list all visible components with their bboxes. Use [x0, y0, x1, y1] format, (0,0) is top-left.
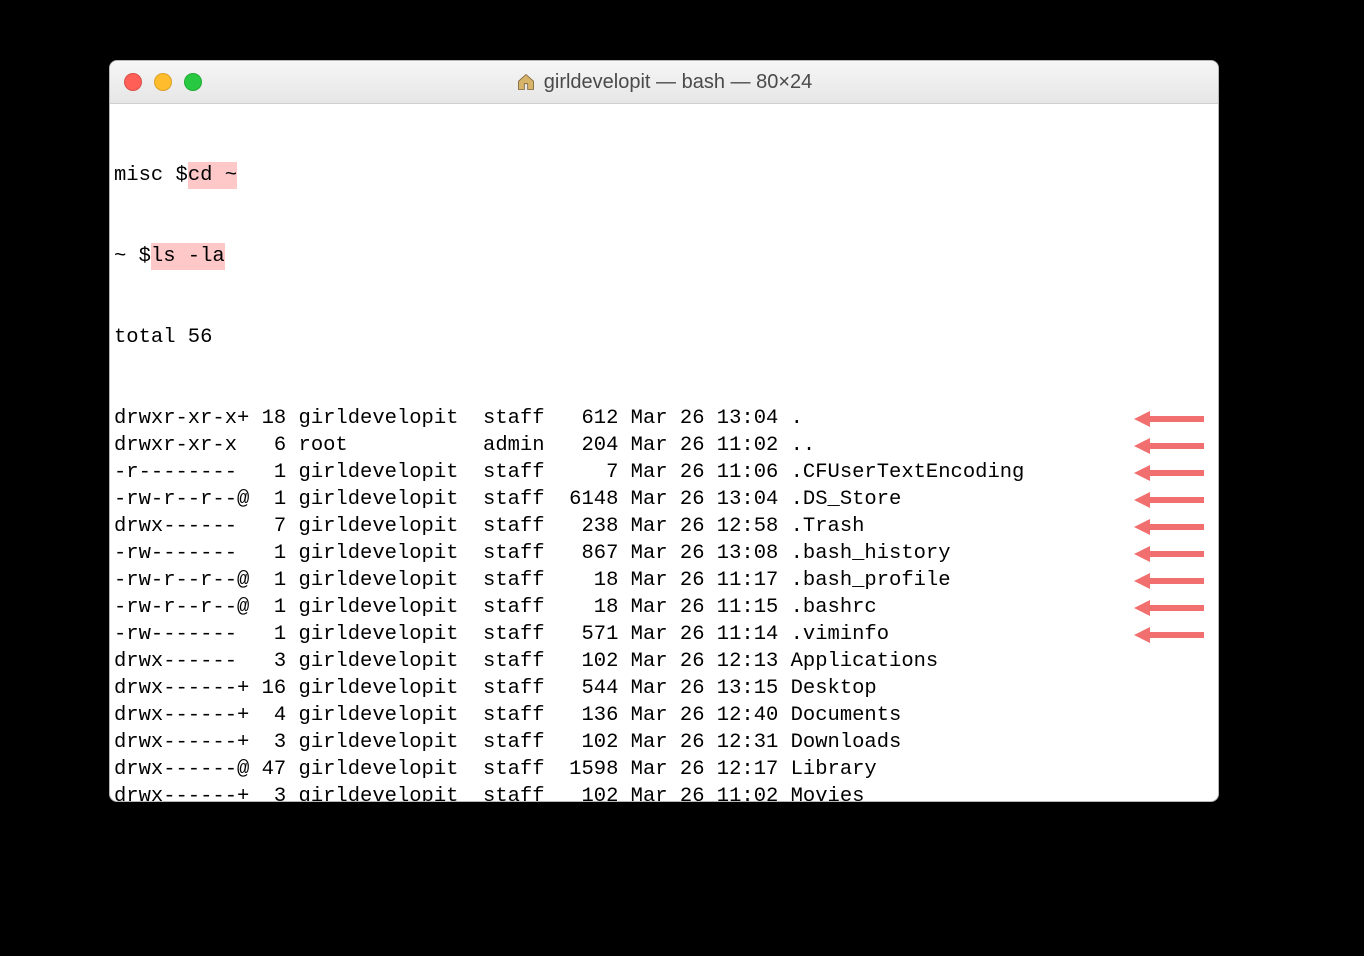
command: ls -la: [151, 243, 225, 270]
file-row: drwx------ 3 girldevelopit staff 102 Mar…: [114, 648, 1214, 675]
annotation-arrow-icon: [1134, 410, 1204, 428]
prompt: ~ $: [114, 243, 151, 270]
prompt: misc $: [114, 162, 188, 189]
file-row: drwxr-xr-x 6 root admin 204 Mar 26 11:02…: [114, 432, 1214, 459]
annotation-arrow-icon: [1134, 599, 1204, 617]
file-row-text: drwxr-xr-x+ 18 girldevelopit staff 612 M…: [114, 405, 803, 432]
file-row: -r-------- 1 girldevelopit staff 7 Mar 2…: [114, 459, 1214, 486]
file-row: -rw-r--r--@ 1 girldevelopit staff 6148 M…: [114, 486, 1214, 513]
file-row-text: drwx------+ 3 girldevelopit staff 102 Ma…: [114, 729, 901, 756]
file-row-text: drwx------ 7 girldevelopit staff 238 Mar…: [114, 513, 864, 540]
file-row: drwx------ 7 girldevelopit staff 238 Mar…: [114, 513, 1214, 540]
file-row: drwx------+ 3 girldevelopit staff 102 Ma…: [114, 783, 1214, 802]
file-row: -rw------- 1 girldevelopit staff 571 Mar…: [114, 621, 1214, 648]
file-row-text: drwx------+ 16 girldevelopit staff 544 M…: [114, 675, 877, 702]
window-titlebar: girldevelopit — bash — 80×24: [110, 61, 1218, 104]
file-row: drwx------+ 16 girldevelopit staff 544 M…: [114, 675, 1214, 702]
file-row-text: -rw-r--r--@ 1 girldevelopit staff 6148 M…: [114, 486, 901, 513]
file-row-text: drwx------@ 47 girldevelopit staff 1598 …: [114, 756, 877, 783]
command: cd ~: [188, 162, 237, 189]
file-row-text: -rw------- 1 girldevelopit staff 571 Mar…: [114, 621, 889, 648]
annotation-arrow-icon: [1134, 545, 1204, 563]
file-row: drwx------+ 3 girldevelopit staff 102 Ma…: [114, 729, 1214, 756]
file-row: -rw-r--r--@ 1 girldevelopit staff 18 Mar…: [114, 594, 1214, 621]
file-row-text: drwx------+ 3 girldevelopit staff 102 Ma…: [114, 783, 864, 802]
file-row-text: -rw------- 1 girldevelopit staff 867 Mar…: [114, 540, 951, 567]
home-icon: [516, 72, 536, 92]
file-row: -rw-r--r--@ 1 girldevelopit staff 18 Mar…: [114, 567, 1214, 594]
file-row-text: drwx------+ 4 girldevelopit staff 136 Ma…: [114, 702, 901, 729]
prompt-line: ~ $ls -la: [114, 243, 1214, 270]
file-row: -rw------- 1 girldevelopit staff 867 Mar…: [114, 540, 1214, 567]
prompt-line: misc $cd ~: [114, 162, 1214, 189]
file-row-text: -r-------- 1 girldevelopit staff 7 Mar 2…: [114, 459, 1024, 486]
terminal-body[interactable]: misc $cd ~ ~ $ls -la total 56 drwxr-xr-x…: [110, 104, 1218, 802]
file-row: drwxr-xr-x+ 18 girldevelopit staff 612 M…: [114, 405, 1214, 432]
file-row-text: -rw-r--r--@ 1 girldevelopit staff 18 Mar…: [114, 567, 951, 594]
traffic-lights: [110, 73, 202, 91]
minimize-button[interactable]: [154, 73, 172, 91]
file-row-text: drwxr-xr-x 6 root admin 204 Mar 26 11:02…: [114, 432, 815, 459]
terminal-window: girldevelopit — bash — 80×24 misc $cd ~ …: [109, 60, 1219, 802]
annotation-arrow-icon: [1134, 437, 1204, 455]
annotation-arrow-icon: [1134, 572, 1204, 590]
window-title: girldevelopit — bash — 80×24: [110, 71, 1218, 94]
file-row-text: -rw-r--r--@ 1 girldevelopit staff 18 Mar…: [114, 594, 877, 621]
file-listing: drwxr-xr-x+ 18 girldevelopit staff 612 M…: [114, 405, 1214, 802]
close-button[interactable]: [124, 73, 142, 91]
total-line: total 56: [114, 324, 212, 351]
file-row: drwx------+ 4 girldevelopit staff 136 Ma…: [114, 702, 1214, 729]
annotation-arrow-icon: [1134, 464, 1204, 482]
window-title-text: girldevelopit — bash — 80×24: [544, 71, 813, 94]
zoom-button[interactable]: [184, 73, 202, 91]
annotation-arrow-icon: [1134, 626, 1204, 644]
output-line: total 56: [114, 324, 1214, 351]
annotation-arrow-icon: [1134, 491, 1204, 509]
annotation-arrow-icon: [1134, 518, 1204, 536]
file-row: drwx------@ 47 girldevelopit staff 1598 …: [114, 756, 1214, 783]
file-row-text: drwx------ 3 girldevelopit staff 102 Mar…: [114, 648, 938, 675]
